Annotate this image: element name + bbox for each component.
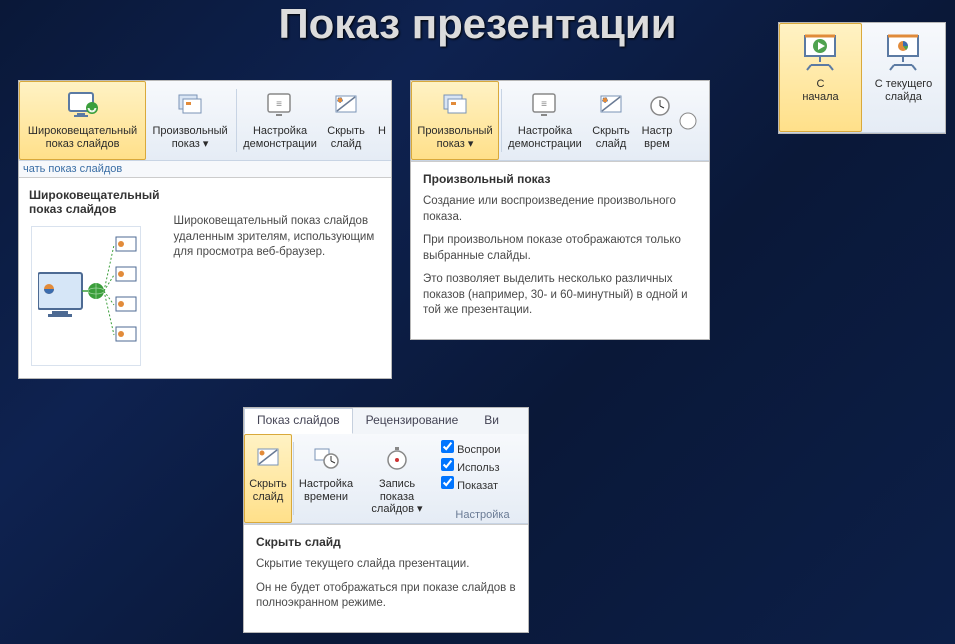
record-slideshow-button[interactable]: Запись показа слайдов ▾ <box>357 434 437 523</box>
ribbon-bar: Скрыть слайд Настройка времени Запись по… <box>244 434 528 524</box>
svg-text:≡: ≡ <box>276 99 282 110</box>
hide-slide-tooltip: Скрыть слайд Скрытие текущего слайда пре… <box>244 524 528 632</box>
tooltip-title: Широковещательный показ слайдов <box>29 188 160 216</box>
rehearse-timings-button-truncated[interactable]: Настр врем <box>636 81 678 160</box>
tooltip-text: Широковещательный показ слайдов удаленны… <box>174 214 379 261</box>
broadcast-icon <box>66 88 100 122</box>
tooltip-text: Создание или воспроизведение произвольно… <box>423 194 697 225</box>
projector-chart-icon <box>882 32 926 72</box>
tooltip-title: Скрыть слайд <box>256 535 516 549</box>
label: Показат <box>457 480 498 492</box>
button-label: Запись показа слайдов ▾ <box>364 478 430 516</box>
broadcast-slideshow-button[interactable]: Широковещательный показ слайдов <box>19 81 146 160</box>
button-label: Широковещательный показ слайдов <box>28 125 137 150</box>
hide-slide-button[interactable]: Скрыть слайд <box>586 81 636 160</box>
label: Воспрои <box>457 444 500 456</box>
checkbox[interactable] <box>441 440 454 453</box>
hide-slide-icon <box>251 441 285 475</box>
separator <box>236 89 237 152</box>
tab-review[interactable]: Рецензирование <box>353 408 472 434</box>
hide-slide-button[interactable]: Скрыть слайд <box>321 81 371 160</box>
checkbox[interactable] <box>441 476 454 489</box>
tab-slideshow[interactable]: Показ слайдов <box>244 408 353 434</box>
button-label: Настр врем <box>642 125 673 150</box>
setup-icon: ≡ <box>263 88 297 122</box>
tab-view-truncated[interactable]: Ви <box>471 408 512 434</box>
button-label: С текущего слайда <box>875 78 932 103</box>
hide-slide-icon <box>329 88 363 122</box>
tooltip-text: Это позволяет выделить несколько различн… <box>423 272 697 319</box>
hide-slide-icon <box>594 88 628 122</box>
start-show-ribbon-panel: С начала С текущего слайда <box>778 22 946 134</box>
broadcast-tooltip: Широковещательный показ слайдов <box>19 177 391 378</box>
ribbon-bar: С начала С текущего слайда <box>779 23 945 133</box>
setup-show-button[interactable]: ≡ Настройка демонстрации <box>504 81 586 160</box>
button-label: Настройка демонстрации <box>508 125 582 150</box>
broadcast-diagram <box>31 226 141 366</box>
button-label: Скрыть слайд <box>592 125 630 150</box>
option-use-timings[interactable]: Использ <box>441 458 528 474</box>
from-current-slide-button[interactable]: С текущего слайда <box>862 23 945 132</box>
group-label: Настройка <box>437 507 528 523</box>
setup-icon: ≡ <box>528 88 562 122</box>
broadcast-ribbon-panel: Широковещательный показ слайдов Произвол… <box>18 80 392 379</box>
option-show-controls[interactable]: Показат <box>441 476 528 492</box>
clock-icon <box>378 88 390 122</box>
group-label: чать показ слайдов <box>19 161 391 177</box>
tooltip-title: Произвольный показ <box>423 172 697 186</box>
ribbon-tabs: Показ слайдов Рецензирование Ви <box>244 408 528 434</box>
button-label: Настройка демонстрации <box>243 125 317 150</box>
clock-icon <box>643 88 677 122</box>
custom-show-tooltip: Произвольный показ Создание или воспроиз… <box>411 161 709 339</box>
checkbox[interactable] <box>441 458 454 471</box>
button-label: С начала <box>802 78 838 103</box>
projector-play-icon <box>799 32 843 72</box>
label: Использ <box>457 462 499 474</box>
custom-show-button[interactable]: Произвольный показ ▾ <box>146 81 234 160</box>
stopwatch-icon <box>380 441 414 475</box>
from-beginning-button[interactable]: С начала <box>779 23 862 132</box>
ribbon-bar: Широковещательный показ слайдов Произвол… <box>19 81 391 161</box>
clock-icon <box>309 441 343 475</box>
button-label: Произвольный показ ▾ <box>152 125 227 150</box>
button-label: Скрыть слайд <box>249 478 287 503</box>
rehearse-timings-button[interactable]: Настройка времени <box>295 434 357 523</box>
custom-show-icon <box>438 88 472 122</box>
tooltip-text: Скрытие текущего слайда презентации. <box>256 557 516 573</box>
tooltip-text: Он не будет отображаться при показе слай… <box>256 581 516 612</box>
options-checklist: Воспрои Использ Показат <box>437 434 528 498</box>
button-label: Произвольный показ ▾ <box>417 125 492 150</box>
truncated-icon <box>678 81 704 160</box>
svg-text:≡: ≡ <box>541 99 547 110</box>
ribbon-bar: Произвольный показ ▾ ≡ Настройка демонст… <box>411 81 709 161</box>
option-play-narrations[interactable]: Воспрои <box>441 440 528 456</box>
custom-show-button[interactable]: Произвольный показ ▾ <box>411 81 499 160</box>
separator <box>293 442 294 515</box>
custom-show-icon <box>173 88 207 122</box>
truncated-button[interactable]: Н <box>371 81 391 160</box>
button-label: Н <box>378 125 386 138</box>
hide-slide-ribbon-panel: Показ слайдов Рецензирование Ви Скрыть с… <box>243 407 529 633</box>
hide-slide-button[interactable]: Скрыть слайд <box>244 434 292 523</box>
setup-show-button[interactable]: ≡ Настройка демонстрации <box>239 81 321 160</box>
separator <box>501 89 502 152</box>
button-label: Настройка времени <box>299 478 353 503</box>
tooltip-text: При произвольном показе отображаются тол… <box>423 233 697 264</box>
custom-show-ribbon-panel: Произвольный показ ▾ ≡ Настройка демонст… <box>410 80 710 340</box>
button-label: Скрыть слайд <box>327 125 365 150</box>
